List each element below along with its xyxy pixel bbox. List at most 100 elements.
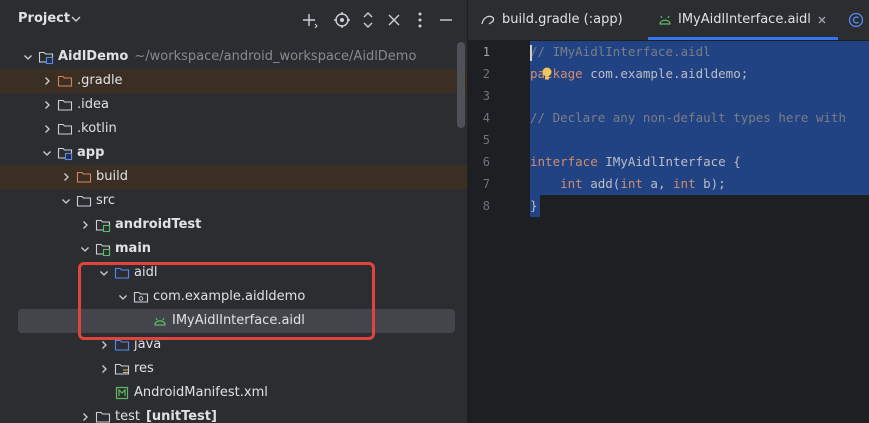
tab-label: IMyAidlInterface.aidl [678, 12, 811, 27]
project-panel-title[interactable]: Project [18, 11, 70, 26]
code-editor[interactable]: // IMyAidlInterface.aidl package com.exam… [530, 41, 869, 423]
tree-row-gradle[interactable]: .gradle [0, 69, 467, 93]
test-folder-icon [95, 243, 111, 257]
android-icon [659, 15, 671, 25]
editor-tabs: build.gradle (:app) IMyAidlInterface.aid… [468, 0, 869, 41]
line-number: 7 [482, 177, 490, 191]
tree-row-res[interactable]: res [0, 357, 467, 381]
code-token: int [560, 176, 583, 191]
chevron-down-icon[interactable] [22, 51, 34, 63]
source-folder-icon [114, 339, 130, 351]
folder-icon [76, 195, 92, 207]
chevron-right-icon[interactable] [41, 75, 53, 87]
code-token: IMyAidlInterface { [597, 154, 741, 169]
add-icon[interactable] [300, 10, 320, 30]
code-line: // IMyAidlInterface.aidl [530, 41, 711, 63]
line-number: 6 [482, 155, 490, 169]
line-number: 2 [482, 67, 490, 81]
line-gutter: 1 2 3 4 5 6 7 8 [468, 41, 530, 423]
code-token: interface [530, 154, 598, 169]
tree-row-kotlin[interactable]: .kotlin [0, 117, 467, 141]
manifest-file-icon [115, 386, 129, 400]
tree-row-com-example-aidldemo[interactable]: com.example.aidldemo [0, 285, 467, 309]
text-caret [530, 45, 532, 61]
tree-row-androidmanifest-xml[interactable]: AndroidManifest.xml [0, 381, 467, 405]
code-token: b); [695, 176, 726, 191]
chevron-down-icon[interactable] [41, 147, 53, 159]
tree-row-build[interactable]: build [0, 165, 467, 189]
tree-row-app[interactable]: app [0, 141, 467, 165]
tree-item-label: main [115, 241, 152, 256]
chevron-down-icon[interactable] [98, 267, 110, 279]
tree-row-aidl[interactable]: aidl [0, 261, 467, 285]
lightbulb-icon[interactable] [541, 67, 553, 81]
folder-icon [95, 411, 111, 423]
tree-item-label: test [unitTest] [115, 409, 217, 423]
expand-collapse-icon[interactable] [358, 10, 378, 30]
tree-row-androidtest[interactable]: androidTest [0, 213, 467, 237]
code-token: add [590, 176, 613, 191]
test-folder-icon [95, 219, 111, 233]
chevron-right-icon[interactable] [60, 171, 72, 183]
tree-item-label: java [134, 337, 162, 352]
tab-class-file[interactable] [846, 0, 869, 40]
tree-item-label: .kotlin [77, 121, 117, 136]
minimize-icon[interactable] [436, 10, 456, 30]
project-path: ~/workspace/android_workspace/AidlDemo [134, 49, 417, 64]
code-line: interface IMyAidlInterface { [530, 151, 741, 173]
excluded-folder-icon [57, 75, 73, 87]
chevron-down-icon[interactable] [60, 195, 72, 207]
tree-scrollbar[interactable] [457, 42, 465, 128]
code-token: // Declare any non-default types here wi… [530, 110, 847, 125]
tab-label: build.gradle (:app) [502, 12, 623, 27]
code-token: package [530, 66, 583, 81]
code-token: com.example.aidldemo; [582, 66, 749, 81]
code-token: a, [642, 176, 674, 191]
more-icon[interactable] [410, 10, 430, 30]
line-number: 1 [482, 45, 490, 59]
module-icon [38, 51, 54, 65]
code-line: } [530, 195, 538, 217]
chevron-right-icon[interactable] [41, 123, 53, 135]
folder-icon [57, 99, 73, 111]
code-line: int add(int a, int b); [530, 173, 726, 195]
tree-item-label: com.example.aidldemo [153, 289, 306, 304]
tree-item-label: IMyAidlInterface.aidl [172, 313, 305, 328]
chevron-right-icon[interactable] [79, 411, 91, 423]
gradle-icon [481, 15, 495, 25]
locate-icon[interactable] [332, 10, 352, 30]
code-line: // Declare any non-default types here wi… [530, 107, 846, 129]
tree-row-main[interactable]: main [0, 237, 467, 261]
tree-item-label: aidl [134, 265, 158, 280]
tab-build-gradle[interactable]: build.gradle (:app) [478, 0, 638, 40]
tree-row-test[interactable]: test [unitTest] [0, 405, 467, 423]
chevron-right-icon[interactable] [41, 99, 53, 111]
chevron-right-icon[interactable] [79, 219, 91, 231]
source-set-tag: [unitTest] [145, 409, 217, 423]
code-token: // IMyAidlInterface.aidl [530, 44, 711, 59]
tree-row-imyaidlinterface-aidl[interactable]: IMyAidlInterface.aidl [18, 309, 455, 333]
tree-item-label: AidlDemo ~/workspace/android_workspace/Ai… [58, 49, 417, 64]
folder-icon [57, 123, 73, 135]
chevron-down-icon[interactable] [117, 291, 129, 303]
tree-row-src[interactable]: src [0, 189, 467, 213]
tree-row-aidldemo[interactable]: AidlDemo ~/workspace/android_workspace/Ai… [0, 45, 467, 69]
chevron-right-icon[interactable] [98, 339, 110, 351]
chevron-down-icon[interactable] [70, 13, 82, 25]
module-icon [57, 147, 73, 161]
tree-item-label: res [134, 361, 154, 376]
line-number: 3 [482, 89, 490, 103]
project-panel-header: Project [0, 0, 467, 40]
active-tab-indicator [648, 37, 838, 40]
chevron-down-icon[interactable] [79, 243, 91, 255]
class-icon [848, 12, 864, 28]
line-number: 8 [482, 199, 490, 213]
tab-imyaidlinterface[interactable]: IMyAidlInterface.aidl [648, 0, 838, 40]
close-icon[interactable] [384, 10, 404, 30]
tree-row-java[interactable]: java [0, 333, 467, 357]
tree-item-label: app [77, 145, 105, 160]
close-tab-icon[interactable] [816, 14, 828, 26]
tree-row-idea[interactable]: .idea [0, 93, 467, 117]
chevron-right-icon[interactable] [98, 363, 110, 375]
